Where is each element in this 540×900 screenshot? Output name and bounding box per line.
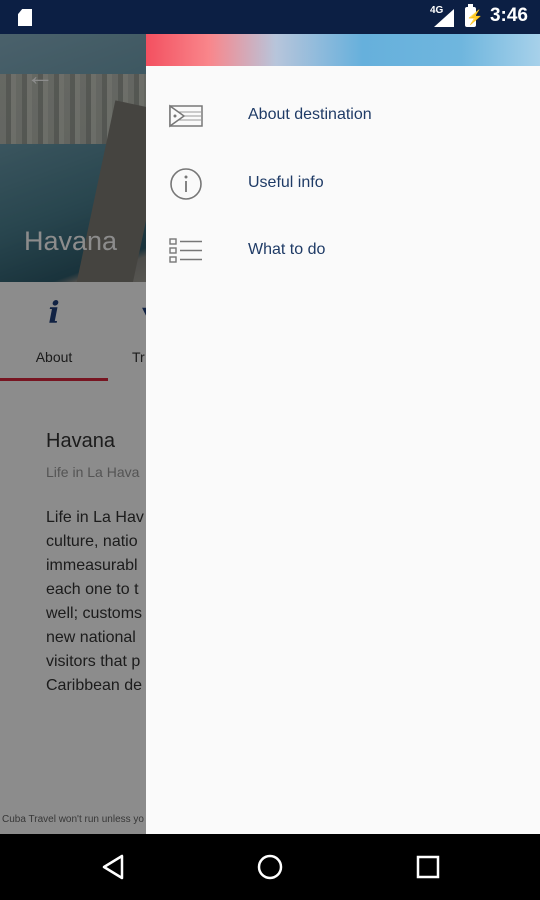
back-triangle-icon[interactable] [98, 851, 130, 883]
home-circle-icon[interactable] [254, 851, 286, 883]
clock: 3:46 [489, 5, 528, 26]
sim-card-icon [18, 9, 32, 26]
navigation-drawer: About destination Useful info What to do [146, 34, 540, 834]
recents-square-icon[interactable] [412, 851, 444, 883]
drawer-item-label: Useful info [248, 174, 324, 191]
drawer-item-label: About destination [248, 106, 372, 123]
charging-bolt-icon: ⚡ [466, 9, 484, 25]
drawer-item-useful-info[interactable]: Useful info [146, 154, 540, 214]
status-bar: 4G ⚡ 3:46 [0, 0, 540, 34]
system-navigation-bar [0, 834, 540, 900]
drawer-item-label: What to do [248, 241, 326, 258]
checklist-icon [169, 238, 202, 263]
drawer-item-about-destination[interactable]: About destination [146, 86, 540, 146]
drawer-item-what-to-do[interactable]: What to do [146, 221, 540, 281]
network-type: 4G [430, 5, 444, 16]
info-circle-icon [170, 168, 202, 200]
drawer-header-gradient [146, 34, 540, 66]
flag-icon [169, 104, 203, 128]
